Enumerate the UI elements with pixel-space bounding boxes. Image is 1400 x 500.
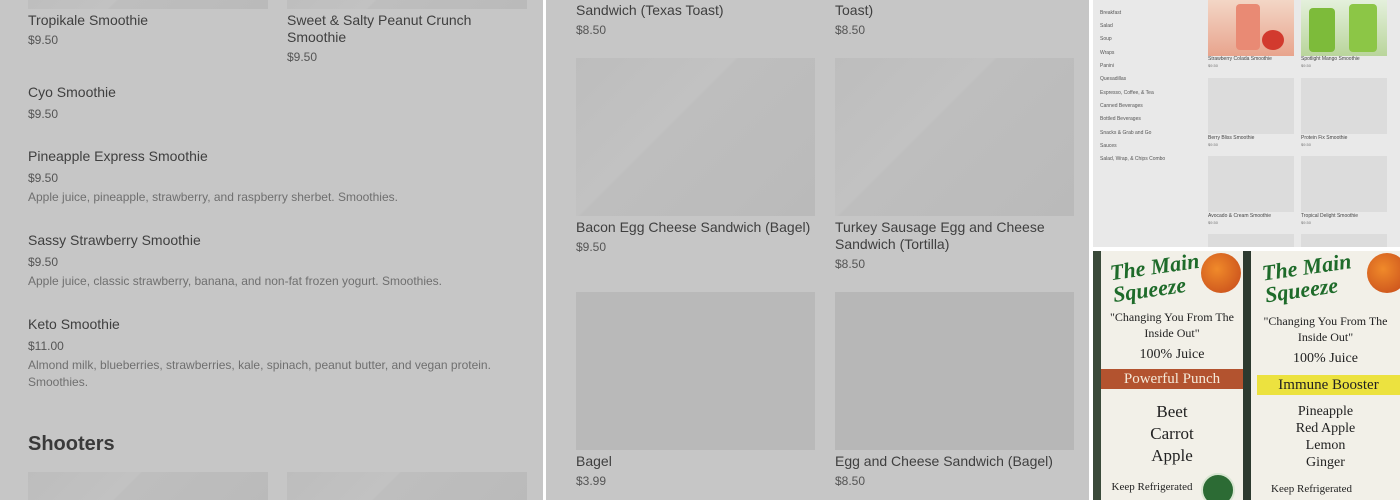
- variety-band: Powerful Punch: [1101, 369, 1243, 389]
- certification-seal-icon: [1201, 473, 1235, 500]
- item-price: $8.50: [835, 23, 866, 37]
- item-price: $8.50: [835, 474, 866, 488]
- item-price: $9.50: [28, 33, 59, 47]
- product-image-placeholder[interactable]: [28, 0, 268, 9]
- product-image-placeholder[interactable]: [1208, 234, 1294, 247]
- item-name[interactable]: Toast): [835, 2, 1075, 19]
- product-image-placeholder[interactable]: [1301, 78, 1387, 134]
- item-name[interactable]: Sandwich (Texas Toast): [576, 2, 816, 19]
- item-name[interactable]: Turkey Sausage Egg and Cheese Sandwich (…: [835, 219, 1065, 253]
- product-image-placeholder[interactable]: [1301, 234, 1387, 247]
- item-name[interactable]: Tropikale Smoothie: [28, 12, 268, 29]
- item-price: $9.50: [28, 107, 59, 121]
- ingredient: Ginger: [1306, 455, 1345, 470]
- item-name[interactable]: Keto Smoothie: [28, 316, 120, 333]
- product-image-placeholder[interactable]: [1208, 78, 1294, 134]
- product-image-placeholder[interactable]: [287, 0, 527, 9]
- ingredient: Beet: [1156, 402, 1188, 421]
- brand-logo: The Main Squeeze: [1260, 251, 1353, 308]
- item-name[interactable]: Cyo Smoothie: [28, 84, 116, 101]
- sidebar-item[interactable]: Salad: [1100, 23, 1113, 29]
- item-name[interactable]: Egg and Cheese Sandwich (Bagel): [835, 453, 1053, 470]
- ingredients-list: Pineapple Red Apple Lemon Ginger: [1253, 403, 1398, 471]
- tagline: "Changing You From The Inside Out": [1263, 314, 1388, 344]
- item-price: $8.50: [835, 257, 866, 271]
- item-description: Apple juice, classic strawberry, banana,…: [28, 274, 442, 288]
- product-price: $9.50: [1208, 63, 1219, 68]
- product-image-placeholder[interactable]: [576, 58, 815, 216]
- item-description: Almond milk, blueberries, strawberries, …: [28, 358, 491, 389]
- sidebar-item[interactable]: Espresso, Coffee, & Tea: [1100, 90, 1154, 96]
- smoothies-menu-panel: Tropikale Smoothie $9.50 Sweet & Salty P…: [0, 0, 543, 500]
- product-price: $9.50: [1301, 220, 1312, 225]
- bottle-gap: [1243, 251, 1251, 500]
- juice-bottle: The Main Squeeze "Changing You From The …: [1101, 251, 1243, 500]
- product-price: $9.50: [1301, 63, 1312, 68]
- product-name[interactable]: Protein Fix Smoothie: [1301, 135, 1347, 141]
- product-price: $9.50: [1301, 142, 1312, 147]
- sidebar-item[interactable]: Panini: [1100, 63, 1114, 69]
- sidebar-item[interactable]: Canned Beverages: [1100, 103, 1143, 109]
- juice-bottles-photo: The Main Squeeze "Changing You From The …: [1093, 251, 1400, 500]
- product-image[interactable]: [1208, 0, 1294, 56]
- sidebar-item[interactable]: Breakfast: [1100, 10, 1121, 16]
- item-price: $9.50: [287, 50, 318, 64]
- product-image-placeholder[interactable]: [835, 58, 1074, 216]
- item-price: $11.00: [28, 339, 64, 353]
- sidebar-item[interactable]: Snacks & Grab and Go: [1100, 130, 1151, 136]
- sidebar-item[interactable]: Bottled Beverages: [1100, 116, 1141, 122]
- sidebar-item[interactable]: Sauces: [1100, 143, 1117, 149]
- product-name[interactable]: Strawberry Colada Smoothie: [1208, 56, 1272, 62]
- brand-logo: The Main Squeeze: [1108, 251, 1201, 307]
- product-price: $9.50: [1208, 142, 1219, 147]
- product-name[interactable]: Berry Bliss Smoothie: [1208, 135, 1254, 141]
- product-image-placeholder[interactable]: [576, 292, 815, 450]
- product-image-placeholder[interactable]: [1208, 156, 1294, 212]
- ingredient: Red Apple: [1295, 421, 1356, 436]
- juice-bottle: The Main Squeeze "Changing You From The …: [1251, 251, 1400, 500]
- item-name[interactable]: Pineapple Express Smoothie: [28, 148, 208, 165]
- item-price: $9.50: [28, 255, 59, 269]
- product-name[interactable]: Spotlight Mango Smoothie: [1301, 56, 1360, 62]
- ingredient: Apple: [1151, 446, 1193, 465]
- juice-label: 100% Juice: [1293, 351, 1358, 366]
- desktop-menu-panel: Breakfast Salad Soup Wraps Panini Quesad…: [1093, 0, 1400, 247]
- item-price: $8.50: [576, 23, 607, 37]
- item-description: Apple juice, pineapple, strawberry, and …: [28, 190, 398, 204]
- juice-label: 100% Juice: [1139, 347, 1205, 362]
- item-name[interactable]: Bacon Egg Cheese Sandwich (Bagel): [576, 219, 821, 236]
- item-name[interactable]: Sassy Strawberry Smoothie: [28, 232, 201, 249]
- item-price: $9.50: [576, 240, 607, 254]
- product-name[interactable]: Tropical Delight Smoothie: [1301, 213, 1358, 219]
- tagline: "Changing You From The Inside Out": [1109, 310, 1235, 340]
- product-image[interactable]: [1301, 0, 1387, 56]
- section-heading: Shooters: [28, 433, 115, 455]
- product-name[interactable]: Avocado & Cream Smoothie: [1208, 213, 1271, 219]
- item-name[interactable]: Sweet & Salty Peanut Crunch Smoothie: [287, 12, 517, 46]
- ingredients-list: Beet Carrot Apple: [1103, 401, 1241, 467]
- sidebar-item[interactable]: Wraps: [1100, 50, 1114, 56]
- product-image-placeholder[interactable]: [28, 472, 268, 500]
- ingredient: Carrot: [1150, 424, 1194, 443]
- item-price: $9.50: [28, 171, 59, 185]
- ingredient: Pineapple: [1297, 404, 1354, 419]
- product-image-placeholder[interactable]: [287, 472, 527, 500]
- breakfast-menu-panel: Sandwich (Texas Toast) $8.50 Toast) $8.5…: [546, 0, 1089, 500]
- product-image-placeholder[interactable]: [1301, 156, 1387, 212]
- refrigerate-note: Keep Refrigerated: [1271, 483, 1352, 495]
- product-price: $9.50: [1208, 220, 1219, 225]
- variety-band: Immune Booster: [1257, 375, 1400, 395]
- sidebar-item[interactable]: Soup: [1100, 36, 1112, 42]
- ingredient: Lemon: [1305, 438, 1346, 453]
- sidebar-item[interactable]: Quesadillas: [1100, 76, 1126, 82]
- item-name[interactable]: Bagel: [576, 453, 612, 470]
- sidebar-item[interactable]: Salad, Wrap, & Chips Combo: [1100, 156, 1165, 162]
- item-price: $3.99: [576, 474, 607, 488]
- product-image-placeholder[interactable]: [835, 292, 1074, 450]
